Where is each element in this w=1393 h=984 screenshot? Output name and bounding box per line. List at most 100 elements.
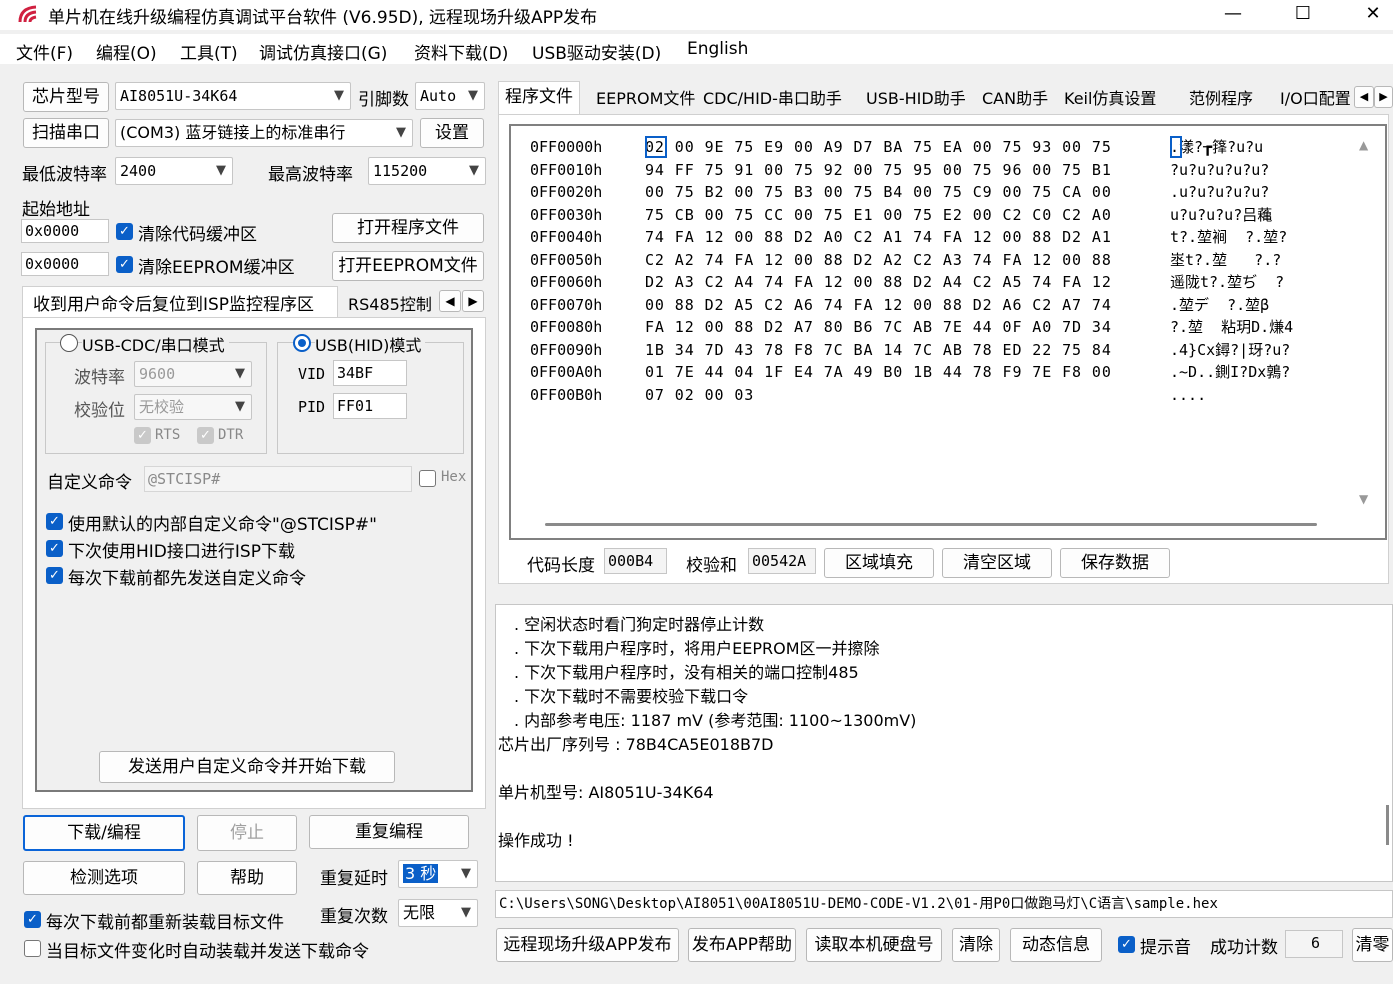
auto-load-checkbox[interactable]: ✓ xyxy=(24,940,41,957)
tab-eeprom-file[interactable]: EEPROM文件 xyxy=(590,84,701,114)
log-scrollbar[interactable] xyxy=(1386,805,1389,845)
menu-program[interactable]: 编程(O) xyxy=(96,39,157,64)
hex-row-ascii: t?.堃裥 ?.堃? xyxy=(1170,228,1288,246)
download-program-button[interactable]: 下载/编程 xyxy=(23,815,185,851)
tab-scroll-left-icon[interactable]: ◀ xyxy=(439,290,461,312)
publish-help-button[interactable]: 发布APP帮助 xyxy=(688,928,796,962)
tab-isp-reset[interactable]: 收到用户命令后复位到ISP监控程序区 xyxy=(22,286,338,318)
custom-command-input[interactable]: @STCISP# xyxy=(144,466,412,492)
tab-usb-hid-helper[interactable]: USB-HID助手 xyxy=(860,84,972,114)
pins-select[interactable]: Auto ▼ xyxy=(415,82,485,110)
vid-input[interactable]: 34BF xyxy=(333,360,407,386)
hex-row-address: 0FF0010h xyxy=(530,160,603,179)
menu-tools[interactable]: 工具(T) xyxy=(180,39,238,64)
tab-serial-helper[interactable]: CDC/HID-串口助手 xyxy=(697,84,848,114)
clear-count-button[interactable]: 清零 xyxy=(1352,928,1393,962)
stop-button[interactable]: 停止 xyxy=(197,815,297,851)
repeat-delay-select[interactable]: 3 秒 ▼ xyxy=(398,860,478,888)
window-title: 单片机在线升级编程仿真调试平台软件 (V6.95D), 远程现场升级APP发布 xyxy=(48,8,598,28)
parity-select[interactable]: 无校验 ▼ xyxy=(134,394,252,420)
read-disk-id-button[interactable]: 读取本机硬盘号 xyxy=(806,928,942,962)
max-baud-select[interactable]: 115200 ▼ xyxy=(368,157,486,185)
scroll-up-icon[interactable]: ▲ xyxy=(1359,138,1368,152)
menu-file[interactable]: 文件(F) xyxy=(16,39,73,64)
dtr-checkbox[interactable]: ✓ xyxy=(197,427,214,444)
hex-row-ascii: .... xyxy=(1170,385,1207,404)
pid-label: PID xyxy=(298,398,326,416)
tab-rs485[interactable]: RS485控制 xyxy=(348,291,432,315)
cdc-mode-label: USB-CDC/串口模式 xyxy=(82,332,229,356)
reload-file-label: 每次下载前都重新装载目标文件 xyxy=(46,913,284,933)
menu-download[interactable]: 资料下载(D) xyxy=(414,39,508,64)
chip-model-select[interactable]: AI8051U-34K64 ▼ xyxy=(115,82,351,110)
hex-viewer[interactable]: 0FF0000h 0FF0010h 0FF0020h 0FF0030h 0FF0040h… xyxy=(509,124,1387,540)
chip-model-button[interactable]: 芯片型号 xyxy=(23,82,109,112)
tab-io-config[interactable]: I/O口配置 xyxy=(1274,84,1352,114)
publish-app-button[interactable]: 远程现场升级APP发布 xyxy=(496,928,679,962)
hex-row-ascii: 埊t?.堃 ?.? xyxy=(1170,250,1282,269)
minimize-button[interactable]: — xyxy=(1210,0,1256,30)
close-button[interactable]: ✕ xyxy=(1350,0,1393,30)
beep-checkbox[interactable]: ✓ xyxy=(1118,936,1135,953)
check-options-button[interactable]: 检测选项 xyxy=(23,861,185,895)
baud-select[interactable]: 9600 ▼ xyxy=(134,361,252,387)
open-program-file-button[interactable]: 打开程序文件 xyxy=(332,213,484,243)
clear-code-checkbox[interactable]: ✓ xyxy=(116,223,133,240)
clear-area-button[interactable]: 清空区域 xyxy=(942,548,1052,578)
clear-eeprom-checkbox[interactable]: ✓ xyxy=(116,256,133,273)
min-baud-select[interactable]: 2400 ▼ xyxy=(115,157,233,185)
eeprom-address-input[interactable]: 0x0000 xyxy=(21,252,109,276)
chevron-down-icon: ▼ xyxy=(461,866,471,881)
menu-bar: 文件(F) 编程(O) 工具(T) 调试仿真接口(G) 资料下载(D) USB驱… xyxy=(0,34,1393,64)
settings-button[interactable]: 设置 xyxy=(420,118,484,148)
menu-usb-driver[interactable]: USB驱动安装(D) xyxy=(532,39,661,64)
hex-row-bytes: 94 FF 75 91 00 75 92 00 75 95 00 75 96 0… xyxy=(645,160,1112,179)
hid-next-checkbox[interactable]: ✓ xyxy=(46,540,63,557)
pid-input[interactable]: FF01 xyxy=(333,393,407,419)
hex-row-address: 0FF0070h xyxy=(530,295,603,314)
fill-area-button[interactable]: 区域填充 xyxy=(824,548,934,578)
clear-log-button[interactable]: 清除 xyxy=(952,928,1000,962)
dynamic-info-button[interactable]: 动态信息 xyxy=(1010,928,1102,962)
reload-file-checkbox[interactable]: ✓ xyxy=(24,911,41,928)
send-before-download-checkbox[interactable]: ✓ xyxy=(46,567,63,584)
port-value: (COM3) 蓝牙链接上的标准串行 xyxy=(120,123,346,142)
hex-row-ascii: .堃デ ?.堃β xyxy=(1170,295,1270,314)
scan-port-button[interactable]: 扫描串口 xyxy=(23,118,109,148)
help-button[interactable]: 帮助 xyxy=(197,861,297,895)
output-log[interactable]: . 空闲状态时看门狗定时器停止计数 . 下次下载用户程序时，将用户EEPROM区一… xyxy=(495,604,1393,882)
menu-debug[interactable]: 调试仿真接口(G) xyxy=(259,39,387,64)
rts-checkbox[interactable]: ✓ xyxy=(134,427,151,444)
cdc-mode-radio[interactable] xyxy=(60,334,78,352)
repeat-count-select[interactable]: 无限 ▼ xyxy=(398,899,478,927)
chip-model-value: AI8051U-34K64 xyxy=(120,87,238,105)
horizontal-scrollbar[interactable] xyxy=(545,523,1317,526)
repeat-count-value: 无限 xyxy=(403,903,436,922)
tab-scroll-left-icon[interactable]: ◀ xyxy=(1354,86,1374,108)
hex-checkbox[interactable]: ✓ xyxy=(419,470,436,487)
tab-keil-settings[interactable]: Keil仿真设置 xyxy=(1058,84,1162,114)
maximize-button[interactable]: ☐ xyxy=(1280,0,1326,30)
tab-program-file[interactable]: 程序文件 xyxy=(498,81,580,115)
hex-row-ascii: .u?u?u?u?u? xyxy=(1170,183,1270,201)
save-data-button[interactable]: 保存数据 xyxy=(1060,548,1170,578)
hex-row-address: 0FF00A0h xyxy=(530,363,603,381)
send-command-download-button[interactable]: 发送用户自定义命令并开始下载 xyxy=(99,751,395,783)
repeat-program-button[interactable]: 重复编程 xyxy=(309,815,469,849)
tab-can-helper[interactable]: CAN助手 xyxy=(976,84,1054,114)
hex-row-address: 0FF0080h xyxy=(530,318,603,336)
tab-scroll-right-icon[interactable]: ▶ xyxy=(462,290,484,312)
scroll-down-icon[interactable]: ▼ xyxy=(1359,492,1368,506)
open-eeprom-file-button[interactable]: 打开EEPROM文件 xyxy=(332,251,484,281)
menu-english[interactable]: English xyxy=(687,39,748,59)
hex-row-bytes: 74 FA 12 00 88 D2 A0 C2 A1 74 FA 12 00 8… xyxy=(645,228,1112,246)
tab-scroll-right-icon[interactable]: ▶ xyxy=(1374,86,1393,108)
port-select[interactable]: (COM3) 蓝牙链接上的标准串行 ▼ xyxy=(115,119,413,147)
default-command-checkbox[interactable]: ✓ xyxy=(46,513,63,530)
hid-mode-radio[interactable] xyxy=(293,334,311,352)
chevron-down-icon: ▼ xyxy=(468,88,478,103)
log-line: . 内部参考电压: 1187 mV (参考范围: 1100~1300mV) xyxy=(514,711,917,730)
code-address-input[interactable]: 0x0000 xyxy=(21,219,109,243)
log-line: 操作成功 ! xyxy=(498,831,574,850)
tab-examples[interactable]: 范例程序 xyxy=(1183,84,1259,114)
